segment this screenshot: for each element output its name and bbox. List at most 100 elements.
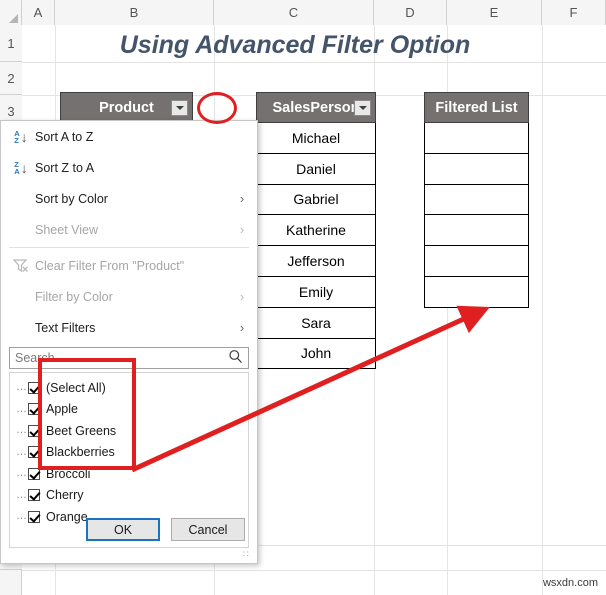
filtered-list-cell[interactable] [424,214,529,247]
checkbox-icon[interactable] [28,381,40,394]
menu-divider [9,247,249,248]
table-row[interactable] [424,245,529,277]
table-row[interactable] [424,275,529,308]
list-item[interactable]: … Beet Greens [16,420,246,442]
search-box[interactable]: Search [9,347,249,369]
ok-button[interactable]: OK [86,518,160,541]
menu-item-label: Sort A to Z [35,129,94,144]
menu-item-sort-a-to-z[interactable]: A Z ↓ Sort A to Z [1,121,257,152]
gridline [22,570,606,571]
menu-item-label: Clear Filter From "Product" [35,258,185,273]
product-header-label: Product [99,99,154,116]
list-item-label: Beet Greens [46,423,117,438]
chevron-right-icon: › [239,222,245,237]
salesperson-cell[interactable]: Daniel [256,152,376,185]
table-row[interactable]: Katherine [256,214,376,247]
salesperson-header-cell[interactable]: SalesPerson [256,92,376,123]
column-header-e[interactable]: E [447,0,542,25]
list-item-label: Broccoli [46,466,91,481]
column-header-band: A B C D E F [0,0,606,25]
chevron-right-icon: › [239,289,245,304]
filtered-list-cell[interactable] [424,275,529,308]
salesperson-header-label: SalesPerson [272,99,360,116]
filtered-list-cell[interactable] [424,152,529,185]
excel-worksheet: Using Advanced Filter Option Product Sal… [0,0,606,595]
menu-item-sort-z-to-a[interactable]: Z A ↓ Sort Z to A [1,152,257,183]
search-icon[interactable] [228,349,244,367]
menu-item-label: Sort Z to A [35,160,95,175]
filtered-list-header-cell: Filtered List [424,92,529,123]
tree-connector-icon: … [16,445,27,458]
list-item[interactable]: … Apple [16,399,246,421]
menu-item-sort-by-color[interactable]: Sort by Color › [1,183,257,214]
menu-item-label: Filter by Color [35,289,113,304]
filtered-list-cell[interactable] [424,183,529,216]
checkbox-icon[interactable] [28,403,40,416]
table-row[interactable] [424,183,529,216]
menu-item-label: Text Filters [35,320,96,335]
salesperson-cell[interactable]: Gabriel [256,183,376,216]
salesperson-cell[interactable]: Katherine [256,214,376,247]
tree-connector-icon: … [16,381,27,394]
checkbox-icon[interactable] [28,446,40,459]
filtered-list-header-label: Filtered List [435,99,518,116]
checkbox-icon[interactable] [28,489,40,502]
select-all-corner[interactable] [0,0,22,25]
table-row[interactable] [424,214,529,247]
autofilter-dropdown-menu[interactable]: A Z ↓ Sort A to Z Z A ↓ Sort Z to A Sort by … [0,120,258,564]
table-header-row: Product [60,92,193,123]
filtered-list-table: Filtered List [424,92,529,308]
salesperson-cell[interactable]: Jefferson [256,245,376,277]
clear-filter-icon [7,258,35,273]
menu-item-clear-filter: Clear Filter From "Product" [1,250,257,281]
dialog-button-row: OK Cancel [1,518,257,541]
table-header-row: SalesPerson [256,92,376,123]
menu-item-sheet-view: Sheet View › [1,214,257,245]
column-header-d[interactable]: D [374,0,447,25]
column-header-f[interactable]: F [542,0,606,25]
row-header-2[interactable]: 2 [0,62,22,95]
product-header-cell[interactable]: Product [60,92,193,123]
table-row[interactable]: John [256,337,376,370]
table-row[interactable]: Jefferson [256,245,376,277]
row-header-1[interactable]: 1 [0,25,22,62]
column-header-b[interactable]: B [55,0,214,25]
gridline [542,25,543,595]
tree-connector-icon: … [16,424,27,437]
menu-item-text-filters[interactable]: Text Filters › [1,312,257,343]
table-row[interactable]: Sara [256,306,376,339]
cancel-button[interactable]: Cancel [171,518,245,541]
product-filter-dropdown-icon[interactable] [171,99,188,116]
checkbox-icon[interactable] [28,467,40,480]
chevron-right-icon: › [239,191,245,206]
salesperson-cell[interactable]: Sara [256,306,376,339]
column-header-c[interactable]: C [214,0,374,25]
table-row[interactable]: Emily [256,275,376,308]
list-item[interactable]: … Cherry [16,485,246,507]
search-input[interactable]: Search [15,351,228,365]
salesperson-filter-dropdown-icon[interactable] [354,99,371,116]
tree-connector-icon: … [16,488,27,501]
checkbox-icon[interactable] [28,424,40,437]
table-row[interactable]: Gabriel [256,183,376,216]
list-item-label: Apple [46,402,78,417]
salesperson-cell[interactable]: Michael [256,122,376,154]
page-title: Using Advanced Filter Option [119,30,471,59]
list-item[interactable]: … Blackberries [16,442,246,464]
column-header-a[interactable]: A [22,0,55,25]
resize-grip-icon[interactable]: ∷ [243,550,253,560]
table-row[interactable]: Michael [256,122,376,154]
chevron-right-icon: › [239,320,245,335]
salesperson-cell[interactable]: Emily [256,275,376,308]
filtered-list-cell[interactable] [424,122,529,154]
table-row[interactable] [424,122,529,154]
menu-item-filter-by-color: Filter by Color › [1,281,257,312]
table-row[interactable]: Daniel [256,152,376,185]
table-row[interactable] [424,152,529,185]
list-item[interactable]: … (Select All) [16,377,246,399]
filtered-list-cell[interactable] [424,245,529,277]
sort-ascending-icon: A Z ↓ [14,128,28,145]
list-item-label: (Select All) [46,380,106,395]
salesperson-cell[interactable]: John [256,337,376,370]
list-item[interactable]: … Broccoli [16,463,246,485]
